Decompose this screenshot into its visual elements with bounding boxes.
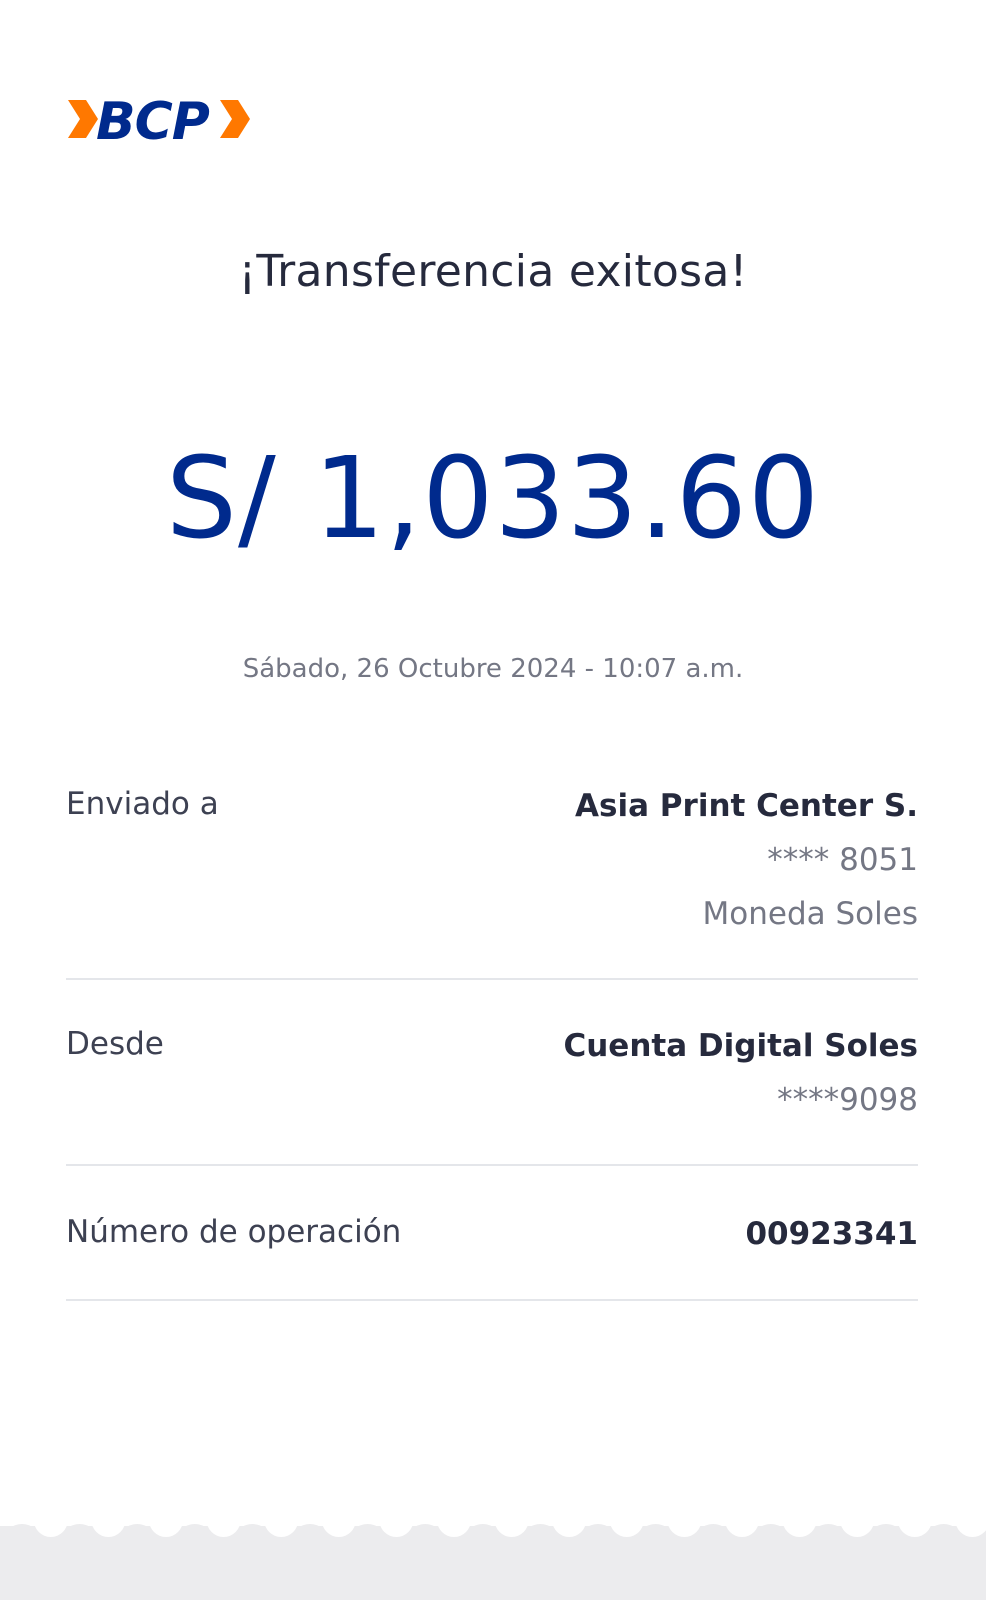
transfer-datetime: Sábado, 26 Octubre 2024 - 10:07 a.m. bbox=[242, 654, 744, 684]
recipient-account: **** 8051 bbox=[767, 842, 918, 878]
divider bbox=[66, 1164, 918, 1166]
svg-text:BCP: BCP bbox=[96, 92, 210, 150]
sent-to-label: Enviado a bbox=[66, 786, 219, 822]
operation-values: 00923341 bbox=[745, 1214, 918, 1254]
bcp-logo: BCP bbox=[64, 88, 254, 150]
operation-number: 00923341 bbox=[745, 1216, 918, 1252]
ticket-scalloped-edge bbox=[0, 1520, 986, 1600]
recipient-name: Asia Print Center S. bbox=[575, 788, 918, 824]
sent-to-values: Asia Print Center S. **** 8051 Moneda So… bbox=[575, 786, 918, 934]
divider bbox=[66, 1299, 918, 1301]
success-title: ¡Transferencia exitosa! bbox=[238, 246, 748, 297]
from-values: Cuenta Digital Soles ****9098 bbox=[563, 1026, 918, 1120]
operation-label: Número de operación bbox=[66, 1214, 402, 1250]
source-account-number: ****9098 bbox=[777, 1082, 918, 1118]
transfer-amount: S/ 1,033.60 bbox=[165, 434, 821, 564]
from-label: Desde bbox=[66, 1026, 164, 1062]
divider bbox=[66, 978, 918, 980]
recipient-currency: Moneda Soles bbox=[702, 896, 918, 932]
source-account-name: Cuenta Digital Soles bbox=[563, 1028, 918, 1064]
